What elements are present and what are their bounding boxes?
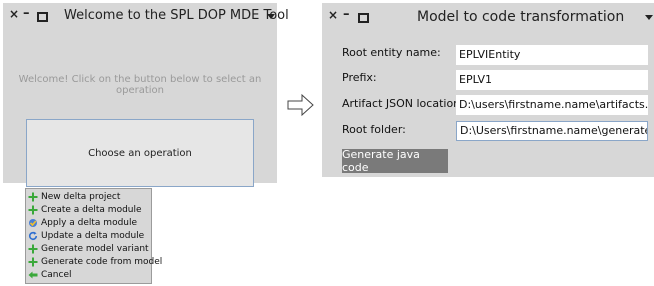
refresh-icon (28, 231, 38, 241)
minimize-icon[interactable]: – (343, 7, 350, 22)
transformation-window: × – Model to code transformation Root en… (322, 3, 654, 177)
close-icon[interactable]: × (9, 7, 19, 21)
window-title: Model to code transformation (417, 9, 625, 25)
menu-item-label: New delta project (41, 192, 121, 203)
apply-icon (28, 218, 38, 228)
menu-item-label: Generate model variant (41, 244, 149, 254)
root-entity-name-label: Root entity name: (342, 46, 441, 59)
menu-item-label: Update a delta module (41, 231, 145, 242)
operation-menu: New delta project Create a delta module … (25, 188, 162, 284)
close-icon[interactable]: × (328, 8, 338, 22)
menu-item-label: Generate code from model (41, 256, 163, 267)
root-entity-name-field[interactable]: EPLVIEntity (456, 45, 648, 65)
generate-java-code-button[interactable]: Generate java code (342, 148, 448, 174)
menu-item-create-delta-module[interactable]: Create a delta module (26, 204, 151, 217)
plus-icon (28, 244, 38, 254)
artifact-json-location-field[interactable]: D:\users\firstname.name\artifacts.json (456, 95, 648, 115)
window-title: Welcome to the SPL DOP MDE Tool (64, 8, 289, 23)
maximize-icon[interactable] (37, 12, 48, 22)
window-menu-icon[interactable] (267, 14, 275, 19)
window-menu-icon[interactable] (645, 15, 653, 20)
maximize-icon[interactable] (358, 13, 369, 23)
prefix-label: Prefix: (342, 71, 377, 84)
menu-item-generate-code-from-model[interactable]: Generate code from model (26, 255, 162, 268)
plus-icon (28, 205, 38, 215)
plus-icon (28, 257, 38, 267)
menu-item-apply-delta-module[interactable]: Apply a delta module (26, 217, 151, 230)
root-folder-field[interactable]: D:\Users\firstname.name\generated\src (456, 121, 648, 141)
minimize-icon[interactable]: – (23, 6, 30, 21)
root-folder-label: Root folder: (342, 123, 406, 136)
menu-item-update-delta-module[interactable]: Update a delta module (26, 230, 151, 243)
transformation-titlebar: × – Model to code transformation (322, 3, 654, 29)
prefix-field[interactable]: EPLV1 (456, 70, 648, 90)
welcome-message: Welcome! Click on the button below to se… (18, 74, 262, 96)
menu-item-label: Apply a delta module (41, 218, 138, 229)
menu-item-new-delta-project[interactable]: New delta project (26, 191, 151, 204)
welcome-titlebar: × – Welcome to the SPL DOP MDE Tool (3, 3, 289, 29)
menu-item-label: Cancel (41, 269, 72, 280)
menu-item-label: Create a delta module (41, 205, 142, 216)
artifact-json-location-label: Artifact JSON location: (342, 97, 464, 110)
back-arrow-icon (28, 270, 38, 280)
menu-item-cancel[interactable]: Cancel (26, 268, 151, 281)
choose-operation-button[interactable]: Choose an operation (26, 119, 254, 187)
transition-arrow-icon (287, 93, 315, 121)
plus-icon (28, 192, 38, 202)
menu-item-generate-model-variant[interactable]: Generate model variant (26, 243, 151, 256)
